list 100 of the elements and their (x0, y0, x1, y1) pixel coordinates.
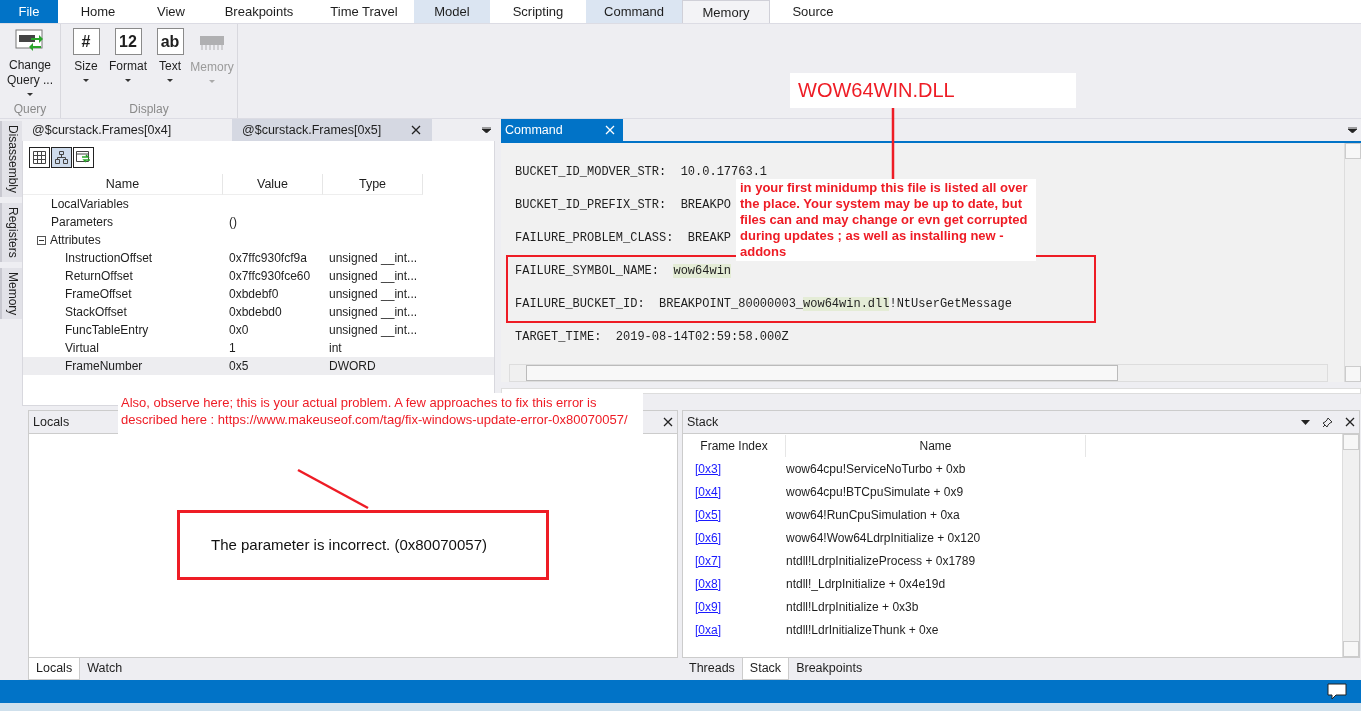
vertical-scrollbar[interactable] (1344, 143, 1361, 382)
caret-icon (167, 79, 173, 82)
property-type: DWORD (329, 359, 376, 373)
document-tab[interactable]: @$curstack.Frames[0x4] (22, 119, 232, 141)
output-line: TARGET_TIME: 2019-08-14T02:59:58.000Z (515, 329, 789, 345)
ribbon-button[interactable]: # Size (67, 28, 105, 102)
tree-row[interactable]: LocalVariables (23, 195, 494, 213)
command-tab[interactable]: Command (501, 119, 623, 141)
tree-row[interactable]: Parameters () (23, 213, 494, 231)
frame-link[interactable]: [0x7] (683, 553, 786, 568)
frame-name: wow64cpu!ServiceNoTurbo + 0xb (786, 461, 967, 476)
close-icon[interactable] (411, 125, 422, 135)
tree-row[interactable]: StackOffset 0xbdebd0 unsigned __int... (23, 303, 494, 321)
pane-title: Stack (687, 415, 719, 429)
side-tab[interactable]: Memory (0, 267, 22, 320)
pin-icon[interactable] (1322, 416, 1333, 428)
property-value: 0xbdebf0 (229, 287, 279, 301)
frame-link[interactable]: [0x3] (683, 461, 786, 476)
frame-link[interactable]: [0xa] (683, 622, 786, 637)
column-header[interactable]: Frame Index (683, 434, 786, 457)
frame-name: wow64cpu!BTCpuSimulate + 0x9 (786, 484, 965, 499)
tree-icon (55, 151, 68, 164)
frame-link[interactable]: [0x5] (683, 507, 786, 522)
collapse-toggle[interactable] (37, 235, 46, 245)
ribbon-tab[interactable]: Home (58, 0, 138, 23)
pane-tab[interactable]: Watch (80, 658, 130, 680)
frame-link[interactable]: [0x6] (683, 530, 786, 545)
side-tab[interactable]: Disassembly (0, 121, 22, 197)
ribbon-tab[interactable]: View (138, 0, 204, 23)
property-type: unsigned __int... (329, 323, 418, 337)
view-button[interactable] (51, 147, 72, 168)
grid-icon (33, 151, 46, 164)
ribbon-tab[interactable]: Command (586, 0, 682, 23)
property-value: () (229, 215, 237, 229)
vertical-scrollbar[interactable] (1342, 434, 1359, 657)
ribbon-tab[interactable]: Memory (682, 0, 770, 23)
ribbon-tab[interactable]: Source (770, 0, 856, 23)
property-type: unsigned __int... (329, 269, 418, 283)
output-line: FAILURE_BUCKET_ID: BREAKPOINT_80000003_wow64win.dll!NtUserGetMessage (515, 296, 1012, 312)
frame-link[interactable]: [0x4] (683, 484, 786, 499)
close-icon[interactable] (663, 417, 673, 427)
property-value: 0x5 (229, 359, 249, 373)
property-name: InstructionOffset (65, 251, 153, 265)
property-type: int (329, 341, 342, 355)
output-line: FAILURE_SYMBOL_NAME: wow64win (515, 263, 732, 279)
tree-row[interactable]: ReturnOffset 0x7ffc930fce60 unsigned __int... (23, 267, 494, 285)
tree-row[interactable]: Virtual 1 int (23, 339, 494, 357)
view-button[interactable] (29, 147, 50, 168)
property-name: FuncTableEntry (65, 323, 149, 337)
tree-row[interactable]: FrameNumber 0x5 DWORD (23, 357, 494, 375)
tree-row[interactable]: Attributes (23, 231, 494, 249)
document-tab[interactable]: @$curstack.Frames[0x5] (232, 119, 432, 141)
ribbon-button[interactable]: 12 Format (109, 28, 147, 102)
property-name: ReturnOffset (65, 269, 133, 283)
tree-row[interactable]: FrameOffset 0xbdebf0 unsigned __int... (23, 285, 494, 303)
frame-name: ntdll!LdrInitializeThunk + 0xe (786, 622, 940, 637)
side-tab[interactable]: Registers (0, 203, 22, 262)
ribbon-tab[interactable]: Time Travel (314, 0, 414, 23)
caret-icon (27, 93, 33, 96)
format-glyph: 12 (114, 28, 142, 55)
output-line: BUCKET_ID_PREFIX_STR: BREAKPO (515, 197, 732, 213)
pane-tab[interactable]: Stack (741, 658, 790, 680)
pane-tab[interactable]: Breakpoints (789, 658, 870, 680)
pane-tab[interactable]: Threads (682, 658, 742, 680)
feedback-icon[interactable] (1327, 682, 1347, 701)
horizontal-scrollbar[interactable] (509, 364, 1328, 382)
property-name: LocalVariables (51, 197, 129, 211)
ribbon-tab[interactable]: Scripting (490, 0, 586, 23)
output-line: FAILURE_PROBLEM_CLASS: BREAKP (515, 230, 732, 246)
frame-link[interactable]: [0x9] (683, 599, 786, 614)
column-header[interactable]: Name (23, 174, 223, 195)
column-header[interactable]: Type (323, 174, 423, 195)
ribbon-tab[interactable]: File (0, 0, 58, 23)
property-type: unsigned __int... (329, 287, 418, 301)
property-name: StackOffset (65, 305, 127, 319)
dropdown-icon[interactable] (482, 127, 491, 133)
window-swap-icon (76, 151, 91, 164)
dropdown-icon[interactable] (1301, 419, 1310, 425)
frame-link[interactable]: [0x8] (683, 576, 786, 591)
pane-tab[interactable]: Locals (28, 658, 81, 680)
group-label: Display (129, 102, 169, 116)
ribbon-button[interactable]: Change Query ... (6, 28, 54, 102)
close-icon[interactable] (1345, 417, 1355, 427)
frame-name: wow64!Wow64LdrpInitialize + 0x120 (786, 530, 982, 545)
ribbon-tab[interactable]: Breakpoints (204, 0, 314, 23)
ribbon-tab[interactable]: Model (414, 0, 490, 23)
group-label: Query (13, 102, 47, 116)
ribbon-button[interactable]: ab Text (151, 28, 189, 102)
command-input[interactable] (501, 388, 1361, 394)
caret-icon (209, 80, 215, 83)
column-header[interactable]: Name (786, 434, 1086, 457)
view-button[interactable] (73, 147, 94, 168)
annotation-label: WOW64WIN.DLL (790, 73, 1076, 108)
dropdown-icon[interactable] (1348, 127, 1357, 133)
format-glyph: ab (156, 28, 184, 55)
column-header[interactable]: Value (223, 174, 323, 195)
property-name: Parameters (51, 215, 114, 229)
tree-row[interactable]: FuncTableEntry 0x0 unsigned __int... (23, 321, 494, 339)
tree-row[interactable]: InstructionOffset 0x7ffc930fcf9a unsigned __int... (23, 249, 494, 267)
error-callout: The parameter is incorrect. (0x80070057) (177, 510, 549, 580)
